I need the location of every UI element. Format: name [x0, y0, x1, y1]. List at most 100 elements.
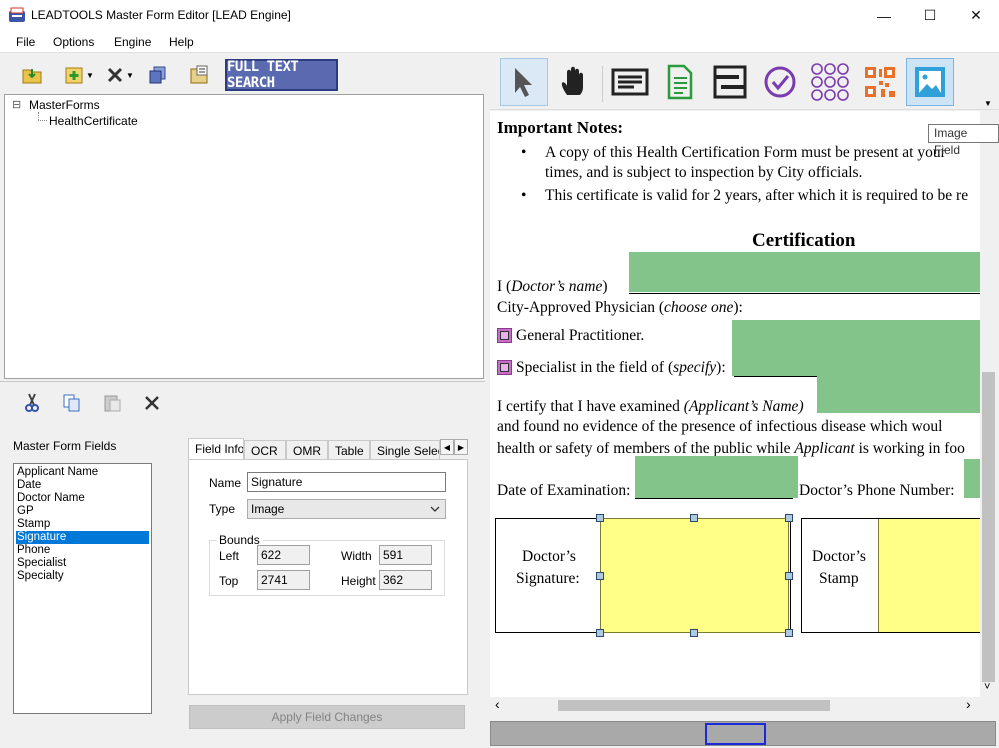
tree-item-healthcertificate[interactable]: HealthCertificate: [49, 114, 138, 128]
select-tool-button[interactable]: [500, 58, 548, 106]
top-input[interactable]: 2741: [257, 570, 310, 590]
resize-handle[interactable]: [690, 629, 698, 637]
list-item[interactable]: GP: [16, 505, 149, 518]
field-date[interactable]: [635, 456, 798, 498]
delete-dropdown-button[interactable]: ▼: [102, 62, 138, 88]
barcode-field-tool-button[interactable]: [856, 58, 904, 106]
list-item[interactable]: Specialty: [16, 570, 149, 583]
folder-open-icon: [22, 69, 42, 84]
app-icon: [9, 7, 25, 22]
field-doctor-name[interactable]: [629, 252, 980, 292]
list-item[interactable]: Phone: [16, 544, 149, 557]
underline: [635, 498, 793, 499]
page-thumbnail-strip[interactable]: [490, 721, 996, 746]
tab-scroll-right-icon[interactable]: ▶: [454, 439, 468, 455]
resize-handle[interactable]: [785, 514, 793, 522]
resize-handle[interactable]: [596, 629, 604, 637]
document-viewer[interactable]: Important Notes: • A copy of this Health…: [490, 111, 980, 697]
list-item[interactable]: Doctor Name: [16, 492, 149, 505]
title-bar: LEADTOOLS Master Form Editor [LEAD Engin…: [0, 0, 999, 31]
pan-tool-button[interactable]: [550, 58, 598, 106]
width-label: Width: [341, 549, 372, 563]
menu-file[interactable]: File: [16, 35, 35, 49]
tab-ocr[interactable]: OCR: [244, 440, 286, 460]
type-select[interactable]: Image: [247, 499, 446, 519]
height-input[interactable]: 362: [379, 570, 432, 590]
duplicate-button[interactable]: [146, 62, 170, 88]
paste-button[interactable]: [100, 390, 124, 416]
fields-list[interactable]: Applicant Name Date Doctor Name GP Stamp…: [13, 463, 152, 714]
chevron-down-icon: ▼: [126, 70, 134, 80]
delete-icon: [107, 67, 123, 83]
scroll-thumb[interactable]: [982, 372, 995, 682]
width-input[interactable]: 591: [379, 545, 432, 565]
maximize-button[interactable]: ☐: [907, 0, 953, 31]
close-button[interactable]: ✕: [953, 0, 999, 31]
open-forms-button[interactable]: [20, 62, 44, 88]
resize-handle[interactable]: [785, 572, 793, 580]
field-stamp[interactable]: [878, 519, 980, 632]
resize-handle[interactable]: [690, 514, 698, 522]
doc-text: and found no evidence of the presence of…: [497, 418, 943, 435]
menu-options[interactable]: Options: [53, 35, 94, 49]
menu-bar: File Options Engine Help: [0, 31, 999, 53]
scroll-down-icon[interactable]: ˅: [984, 681, 990, 693]
vertical-scrollbar[interactable]: ˅: [980, 111, 997, 697]
omr-field-tool-button[interactable]: [756, 58, 804, 106]
notes-heading: Important Notes:: [497, 118, 624, 137]
field-signature-selected[interactable]: [600, 518, 789, 633]
apply-field-changes-button[interactable]: Apply Field Changes: [189, 705, 465, 729]
height-label: Height: [341, 574, 376, 588]
list-item[interactable]: Date: [16, 479, 149, 492]
omr-group-tool-button[interactable]: [806, 58, 854, 106]
hand-icon: [561, 66, 583, 95]
tab-field-info[interactable]: Field Info: [188, 438, 244, 460]
left-input[interactable]: 622: [257, 545, 310, 565]
properties-button[interactable]: [187, 62, 211, 88]
scroll-right-icon[interactable]: ›: [966, 696, 971, 712]
tree-root-masterforms[interactable]: MasterForms: [29, 98, 100, 112]
field-applicant-name[interactable]: [817, 376, 980, 413]
toolbar-overflow-icon[interactable]: ▼: [984, 99, 992, 108]
doc-text: Date of Examination:: [497, 482, 631, 499]
text-field-tool-button[interactable]: [606, 58, 654, 106]
copy-button[interactable]: [60, 390, 84, 416]
add-form-button[interactable]: ▼: [61, 62, 97, 88]
menu-help[interactable]: Help: [169, 35, 194, 49]
list-item[interactable]: Stamp: [16, 518, 149, 531]
tab-scroll-left-icon[interactable]: ◀: [440, 439, 454, 455]
menu-engine[interactable]: Engine: [114, 35, 151, 49]
resize-handle[interactable]: [596, 572, 604, 580]
list-item[interactable]: Specialist: [16, 557, 149, 570]
minimize-button[interactable]: —: [861, 0, 907, 31]
viewport-indicator[interactable]: [705, 723, 766, 745]
full-text-search-button[interactable]: FULL TEXT SEARCH: [225, 59, 338, 91]
paste-icon: [104, 395, 121, 412]
checkbox-specialist[interactable]: [497, 360, 512, 375]
tab-omr[interactable]: OMR: [286, 440, 328, 460]
delete-field-button[interactable]: [140, 390, 164, 416]
image-field-tool-button[interactable]: [906, 58, 954, 106]
tab-table[interactable]: Table: [328, 440, 370, 460]
resize-handle[interactable]: [596, 514, 604, 522]
scroll-left-icon[interactable]: ‹: [495, 696, 500, 712]
master-forms-tree[interactable]: ⊟ MasterForms HealthCertificate: [4, 94, 484, 379]
cut-button[interactable]: [20, 390, 44, 416]
horizontal-scrollbar[interactable]: ‹ ›: [490, 696, 980, 714]
list-item-selected[interactable]: Signature: [16, 531, 149, 544]
doc-text: General Practitioner.: [516, 327, 645, 344]
collapse-icon[interactable]: ⊟: [12, 98, 21, 111]
field-specialty[interactable]: [732, 320, 980, 376]
field-phone[interactable]: [964, 459, 980, 498]
resize-handle[interactable]: [785, 629, 793, 637]
scroll-thumb[interactable]: [558, 700, 830, 711]
page-field-tool-button[interactable]: [656, 58, 704, 106]
properties-icon: [190, 65, 208, 84]
fields-list-label: Master Form Fields: [13, 439, 117, 453]
name-input[interactable]: Signature: [247, 472, 446, 492]
list-item[interactable]: Applicant Name: [16, 466, 149, 479]
table-field-tool-button[interactable]: [706, 58, 754, 106]
tab-single-selection[interactable]: Single Selec: [370, 440, 440, 460]
checkbox-gp[interactable]: [497, 328, 512, 343]
horizontal-splitter[interactable]: [0, 381, 488, 387]
